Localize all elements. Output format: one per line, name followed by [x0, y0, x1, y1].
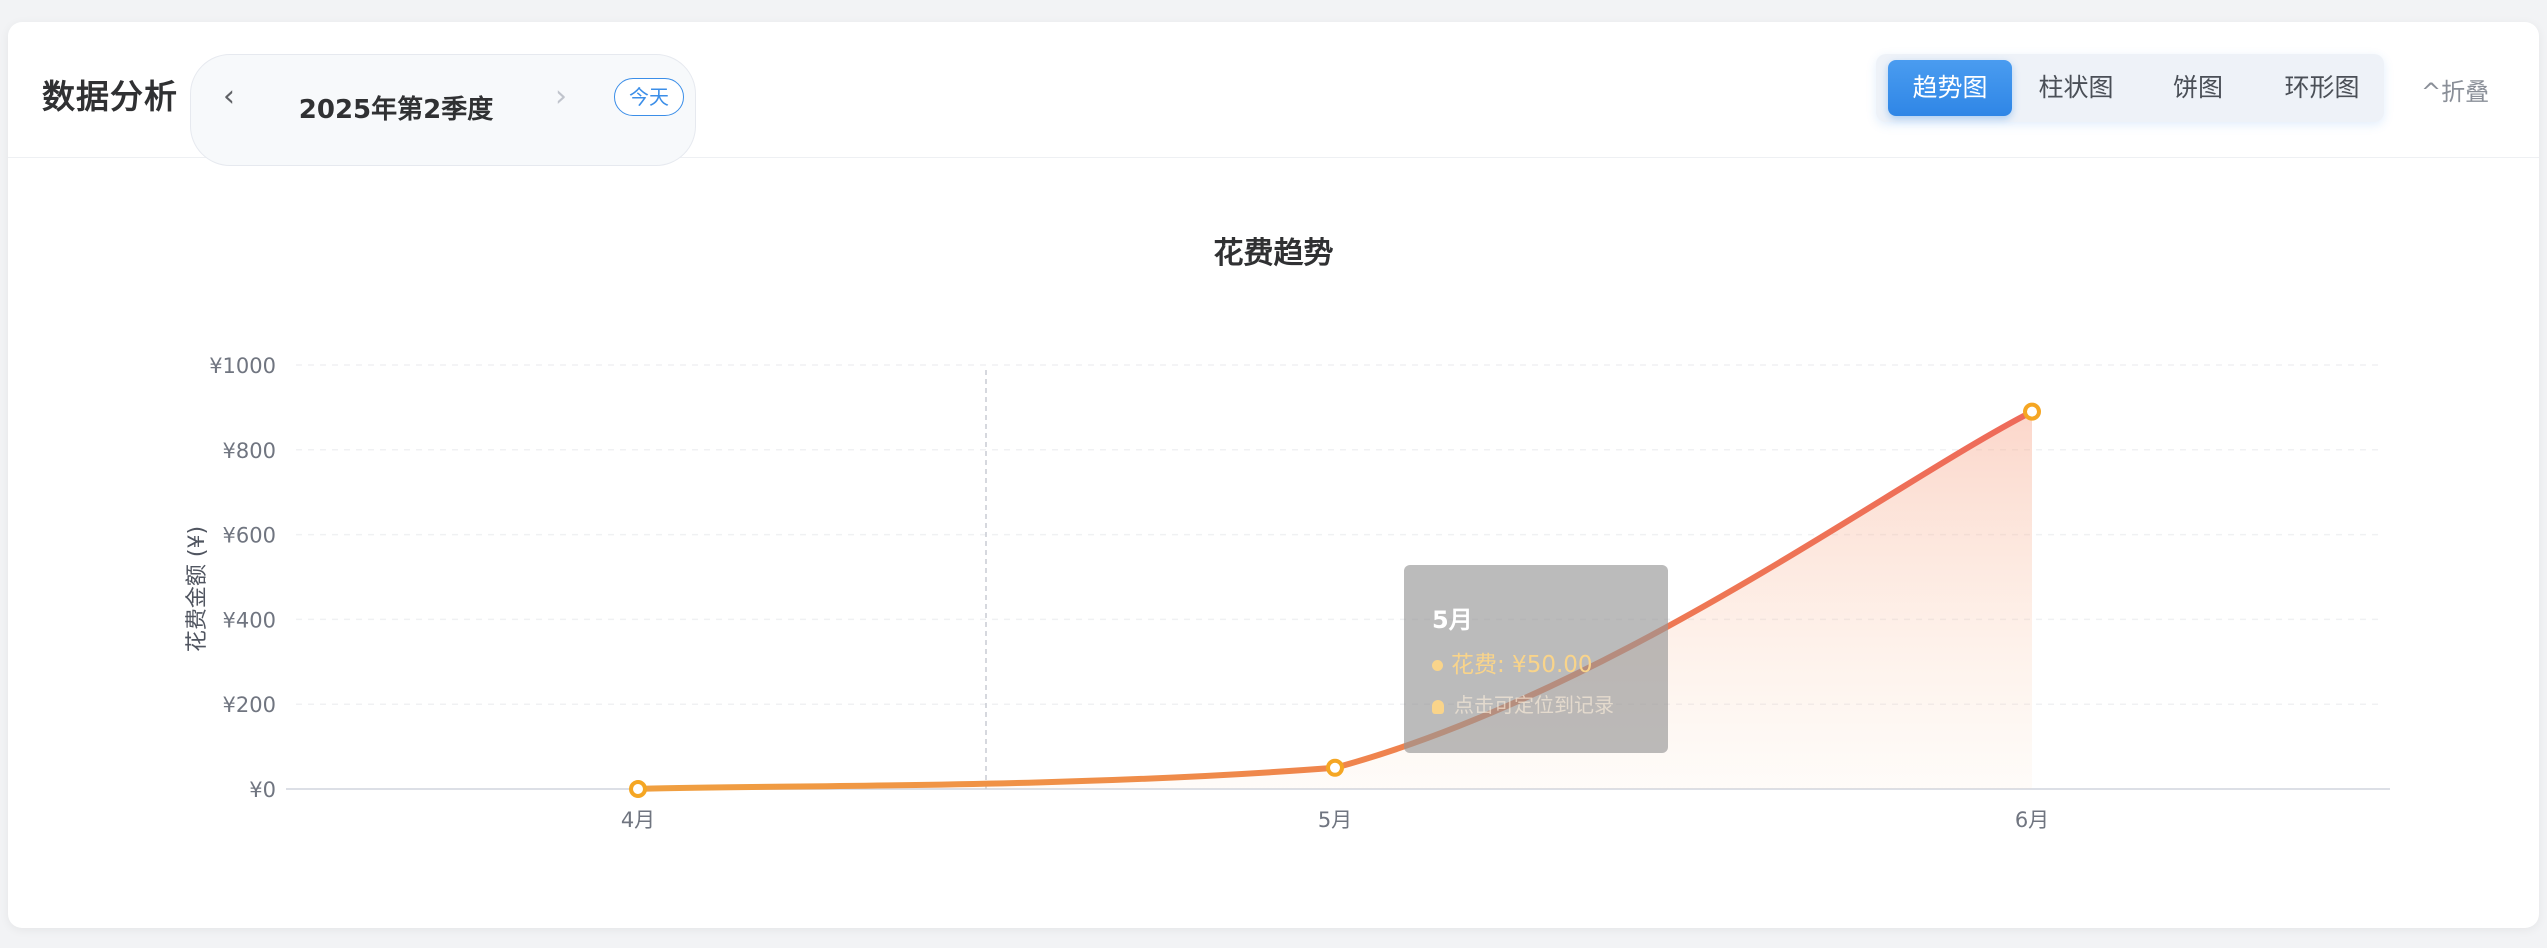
x-tick-label: 5月	[1318, 808, 1352, 832]
y-tick-label: ¥200	[223, 693, 276, 717]
y-tick-label: ¥600	[223, 524, 276, 548]
trend-chart: ¥0 ¥200 ¥400 ¥600 ¥800 ¥1000 4月 5月 6月 花费金额 (¥)	[185, 354, 2390, 832]
x-tick-label: 6月	[2015, 808, 2049, 832]
tooltip-value: 花费: ¥50.00	[1451, 652, 1593, 678]
tooltip-title: 5月	[1432, 606, 1473, 634]
y-tick-label: ¥800	[223, 439, 276, 463]
tooltip-hint-text: 点击可定位到记录	[1454, 693, 1614, 717]
data-point	[2023, 402, 2041, 421]
chart-tooltip: 5月 花费: ¥50.00 点击可定位到记录	[1404, 565, 1668, 753]
y-tick-label: ¥400	[223, 608, 276, 632]
tooltip-value-row: 花费: ¥50.00	[1432, 645, 1593, 679]
y-tick-label: ¥1000	[209, 354, 276, 378]
y-axis-label: 花费金额 (¥)	[185, 526, 210, 652]
tooltip-hint: 点击可定位到记录	[1432, 689, 1614, 718]
data-point	[1326, 758, 1344, 777]
lightbulb-icon	[1432, 699, 1444, 714]
analysis-card: 数据分析 ‹ 2025年第2季度 › 今天 趋势图 柱状图 饼图 环形图 ^折叠…	[8, 22, 2539, 928]
series-area	[638, 411, 2032, 789]
data-point	[629, 780, 647, 798]
y-tick-label: ¥0	[249, 778, 276, 802]
x-tick-label: 4月	[621, 808, 655, 832]
series-dot-icon	[1432, 660, 1443, 671]
